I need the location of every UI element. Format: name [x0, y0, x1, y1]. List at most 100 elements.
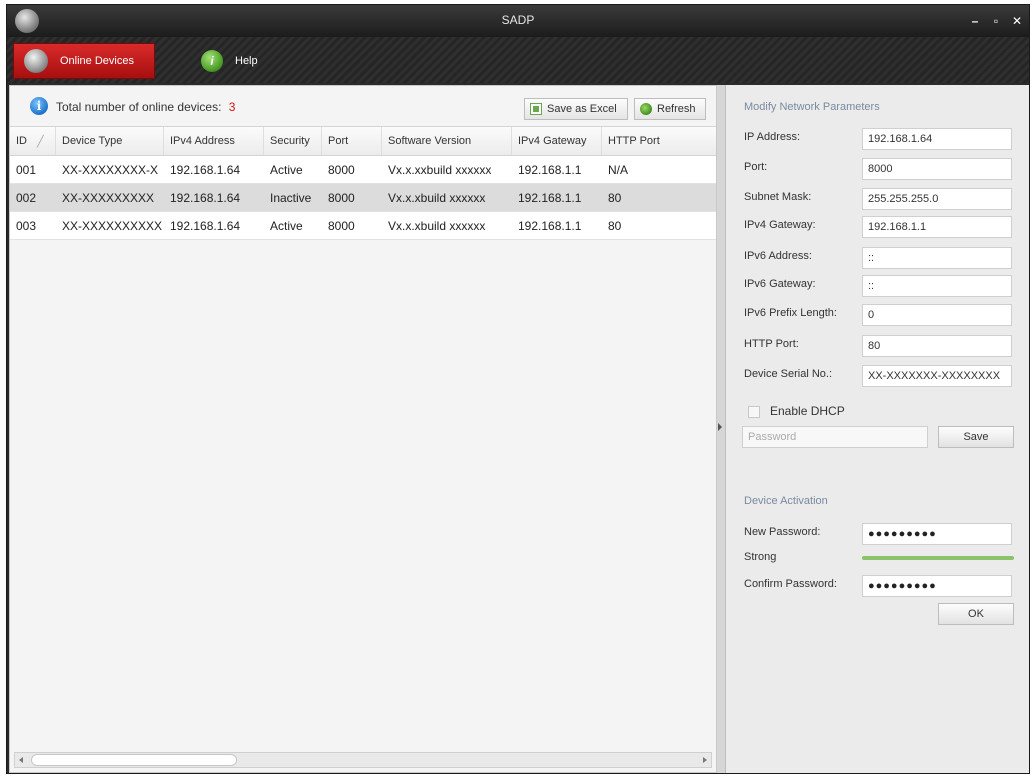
cell-device-type: XX-XXXXXXXXX [62, 190, 155, 205]
column-header-ipv4-gateway[interactable]: IPv4 Gateway [512, 127, 602, 155]
cell-http-port: 80 [608, 190, 622, 205]
window-title: SADP [501, 13, 535, 27]
window-controls: – ▫ ✕ [969, 14, 1023, 28]
column-header-device-type[interactable]: Device Type [56, 127, 164, 155]
total-devices-count: 3 [228, 100, 236, 114]
cell-security: Active [270, 218, 303, 233]
collapse-arrow-icon[interactable] [718, 423, 722, 431]
save-button[interactable]: Save [938, 426, 1014, 448]
tab-online-devices[interactable]: Online Devices [13, 43, 155, 79]
table-row[interactable]: 001 XX-XXXXXXXX-X 192.168.1.64 Active 80… [10, 156, 716, 184]
refresh-button[interactable]: Refresh [634, 98, 706, 120]
column-header-software-version[interactable]: Software Version [382, 127, 512, 155]
ipv6-address-label: IPv6 Address: [744, 250, 812, 262]
device-activation-title: Device Activation [744, 495, 828, 507]
cell-id: 002 [16, 190, 37, 205]
new-password-field[interactable]: ●●●●●●●●● [862, 523, 1012, 545]
http-port-field[interactable]: 80 [862, 335, 1012, 357]
enable-dhcp-label: Enable DHCP [770, 404, 845, 418]
tab-label: Help [235, 55, 258, 67]
tab-bar: Online Devices i Help [7, 37, 1029, 83]
ipv6-address-field[interactable]: :: [862, 247, 1012, 269]
save-as-excel-label: Save as Excel [547, 103, 617, 115]
maximize-icon[interactable]: ▫ [990, 14, 1002, 28]
http-port-label: HTTP Port: [744, 338, 799, 350]
cell-ipv4-gateway: 192.168.1.1 [518, 218, 582, 233]
total-devices-label: Total number of online devices: 3 [56, 100, 235, 114]
device-table: ID ╱ Device Type IPv4 Address Security Po… [10, 126, 716, 240]
cell-ipv4-gateway: 192.168.1.1 [518, 190, 582, 205]
scroll-left-icon[interactable] [19, 757, 23, 763]
device-serial-label: Device Serial No.: [744, 368, 833, 380]
tab-help[interactable]: i Help [191, 43, 297, 79]
cell-id: 003 [16, 218, 37, 233]
help-icon: i [201, 50, 223, 72]
ipv6-gateway-label: IPv6 Gateway: [744, 278, 816, 290]
column-header-http-port[interactable]: HTTP Port [602, 127, 716, 155]
cell-software-version: Vx.x.xbuild xxxxxx [388, 190, 486, 205]
panel-splitter[interactable] [717, 85, 725, 773]
new-password-label: New Password: [744, 526, 821, 538]
total-devices-text: Total number of online devices: [56, 100, 222, 114]
table-row[interactable]: 002 XX-XXXXXXXXX 192.168.1.64 Inactive 8… [10, 184, 716, 212]
device-list-panel: i Total number of online devices: 3 Save… [9, 85, 717, 773]
scrollbar-thumb[interactable] [31, 754, 237, 766]
refresh-icon [640, 103, 652, 115]
subnet-mask-label: Subnet Mask: [744, 191, 812, 203]
ip-address-label: IP Address: [744, 131, 801, 143]
sadp-window: SADP – ▫ ✕ Online Devices i Help i Total… [6, 4, 1030, 774]
cell-id: 001 [16, 162, 37, 177]
info-icon: i [30, 97, 48, 115]
column-header-id[interactable]: ID ╱ [10, 127, 56, 155]
parameters-panel: Modify Network Parameters IP Address: 19… [725, 85, 1029, 773]
cell-ipv4-address: 192.168.1.64 [170, 190, 241, 205]
cell-software-version: Vx.x.xxbuild xxxxxx [388, 162, 492, 177]
cell-device-type: XX-XXXXXXXXXX [62, 218, 163, 233]
confirm-password-label: Confirm Password: [744, 578, 837, 590]
table-header: ID ╱ Device Type IPv4 Address Security Po… [10, 126, 716, 156]
column-header-security[interactable]: Security [264, 127, 322, 155]
enable-dhcp-checkbox[interactable] [748, 406, 760, 418]
horizontal-scrollbar[interactable] [14, 752, 712, 768]
cell-http-port: 80 [608, 218, 622, 233]
ipv6-prefix-length-field[interactable]: 0 [862, 304, 1012, 326]
cell-ipv4-gateway: 192.168.1.1 [518, 162, 582, 177]
password-field[interactable]: Password [742, 426, 928, 448]
table-row[interactable]: 003 XX-XXXXXXXXXX 192.168.1.64 Active 80… [10, 212, 716, 240]
sort-icon: ╱ [37, 135, 44, 148]
ipv4-gateway-field[interactable]: 192.168.1.1 [862, 216, 1012, 238]
column-header-ipv4-address[interactable]: IPv4 Address [164, 127, 264, 155]
cell-software-version: Vx.x.xbuild xxxxxx [388, 218, 486, 233]
device-toolbar: i Total number of online devices: 3 Save… [10, 86, 716, 126]
confirm-password-field[interactable]: ●●●●●●●●● [862, 575, 1012, 597]
ok-button[interactable]: OK [938, 603, 1014, 625]
tab-label: Online Devices [60, 55, 134, 67]
refresh-label: Refresh [657, 103, 696, 115]
scroll-right-icon[interactable] [703, 757, 707, 763]
password-strength-label: Strong [744, 551, 777, 563]
ip-address-field[interactable]: 192.168.1.64 [862, 128, 1012, 150]
subnet-mask-field[interactable]: 255.255.255.0 [862, 188, 1012, 210]
port-label: Port: [744, 161, 768, 173]
cell-http-port: N/A [608, 162, 629, 177]
cell-device-type: XX-XXXXXXXX-X [62, 162, 159, 177]
cell-security: Active [270, 162, 303, 177]
minimize-icon[interactable]: – [969, 14, 981, 28]
port-field[interactable]: 8000 [862, 158, 1012, 180]
ipv6-gateway-field[interactable]: :: [862, 275, 1012, 297]
password-strength-bar [862, 556, 1014, 560]
close-icon[interactable]: ✕ [1011, 14, 1023, 28]
column-header-port[interactable]: Port [322, 127, 382, 155]
cell-port: 8000 [328, 190, 355, 205]
cell-port: 8000 [328, 162, 355, 177]
cell-ipv4-address: 192.168.1.64 [170, 162, 241, 177]
device-serial-field[interactable]: XX-XXXXXXX-XXXXXXXX [862, 365, 1012, 387]
devices-icon [24, 49, 48, 73]
title-bar[interactable]: SADP – ▫ ✕ [7, 5, 1029, 37]
excel-icon [530, 103, 542, 115]
cell-port: 8000 [328, 218, 355, 233]
ipv4-gateway-label: IPv4 Gateway: [744, 219, 816, 231]
cell-ipv4-address: 192.168.1.64 [170, 218, 241, 233]
save-as-excel-button[interactable]: Save as Excel [524, 98, 628, 120]
cell-security: Inactive [270, 190, 312, 205]
